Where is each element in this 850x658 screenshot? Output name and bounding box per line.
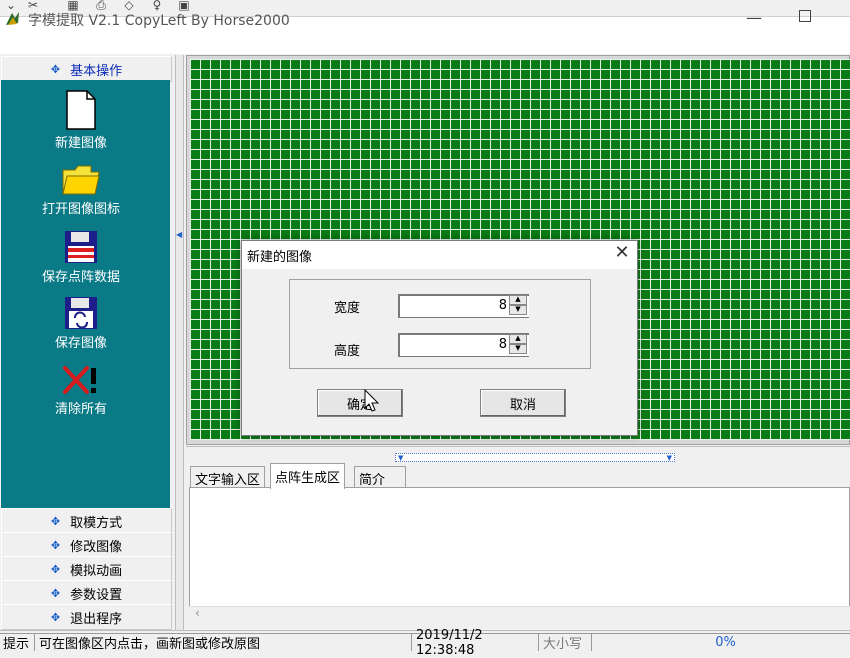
new-image-tool[interactable]: 新建图像 — [1, 90, 161, 151]
cancel-button[interactable]: 取消 — [480, 389, 566, 417]
open-image-tool[interactable]: 打开图像图标 — [1, 164, 161, 217]
sidebar-section-exit[interactable]: ✥ 退出程序 — [1, 604, 172, 630]
dialog-title: 新建的图像 — [247, 250, 313, 265]
spin-down-icon[interactable]: ▼ — [509, 344, 527, 354]
clear-x-icon — [63, 366, 96, 394]
dialog-close-button[interactable]: ✕ — [610, 242, 634, 266]
clear-all-tool[interactable]: 清除所有 — [1, 364, 161, 417]
sidebar: ✥ 基本操作 新建图像 打开图像图标 保存点阵数据 保存图像 清除所有 ✥ 取模… — [0, 55, 173, 630]
sidebar-section-animation[interactable]: ✥ 模拟动画 — [1, 556, 172, 582]
tab-text-input[interactable]: 文字输入区 — [190, 466, 266, 489]
collapse-left-icon[interactable]: ◀ — [176, 230, 182, 239]
collapse-down-icon: ▼ — [666, 454, 672, 462]
height-spinbox[interactable]: ▲ ▼ — [398, 333, 529, 357]
splitter-handle[interactable]: ▼ ▼ — [395, 453, 675, 462]
width-spinbox[interactable]: ▲ ▼ — [398, 294, 529, 318]
app-logo-icon — [4, 10, 22, 28]
status-progress: 0% — [591, 633, 850, 651]
save-dotmatrix-tool[interactable]: 保存点阵数据 — [1, 230, 161, 285]
width-label: 宽度 — [334, 301, 361, 316]
height-input[interactable] — [401, 335, 507, 353]
tab-content-area[interactable] — [189, 487, 850, 607]
diamond-icon: ✥ — [50, 514, 61, 528]
width-input[interactable] — [401, 296, 507, 314]
folder-icon — [62, 165, 100, 195]
tab-dotmatrix[interactable]: 点阵生成区 — [270, 463, 346, 489]
horizontal-scrollbar[interactable] — [189, 606, 850, 624]
new-file-icon — [66, 90, 96, 130]
sidebar-section-basic[interactable]: ✥ 基本操作 — [1, 56, 172, 82]
sidebar-section-capture-mode[interactable]: ✥ 取模方式 — [1, 508, 172, 534]
save-image-tool[interactable]: 保存图像 — [1, 296, 161, 351]
mouse-cursor-icon — [364, 388, 380, 417]
tab-about[interactable]: 简介 — [354, 466, 407, 489]
diamond-icon: ✥ — [50, 562, 61, 576]
maximize-button[interactable] — [799, 10, 811, 22]
ok-button[interactable]: 确定 — [317, 389, 403, 417]
collapse-down-icon: ▼ — [398, 454, 404, 462]
spin-down-icon[interactable]: ▼ — [509, 305, 527, 315]
basic-operations-panel: 新建图像 打开图像图标 保存点阵数据 保存图像 清除所有 — [1, 80, 170, 563]
diamond-icon: ✥ — [50, 586, 61, 600]
floppy-blue-icon — [65, 297, 97, 329]
floppy-red-icon — [65, 231, 97, 263]
spin-up-icon[interactable]: ▲ — [509, 334, 527, 344]
scroll-left-icon[interactable]: ‹ — [195, 606, 200, 620]
window-title: 字模提取 V2.1 CopyLeft By Horse2000 — [28, 13, 290, 29]
height-label: 高度 — [334, 344, 361, 359]
sidebar-section-edit-image[interactable]: ✥ 修改图像 — [1, 532, 172, 558]
minimize-button[interactable]: — — [744, 8, 764, 28]
diamond-icon: ✥ — [50, 610, 61, 624]
spin-up-icon[interactable]: ▲ — [509, 295, 527, 305]
sidebar-section-settings[interactable]: ✥ 参数设置 — [1, 580, 172, 606]
status-datetime: 2019/11/2 12:38:48 — [411, 628, 547, 658]
status-hint-text: 可在图像区内点击，画新图或修改原图 — [34, 633, 420, 652]
diamond-icon: ✥ — [50, 62, 61, 76]
diamond-icon: ✥ — [50, 538, 61, 552]
vertical-splitter[interactable] — [175, 55, 184, 630]
